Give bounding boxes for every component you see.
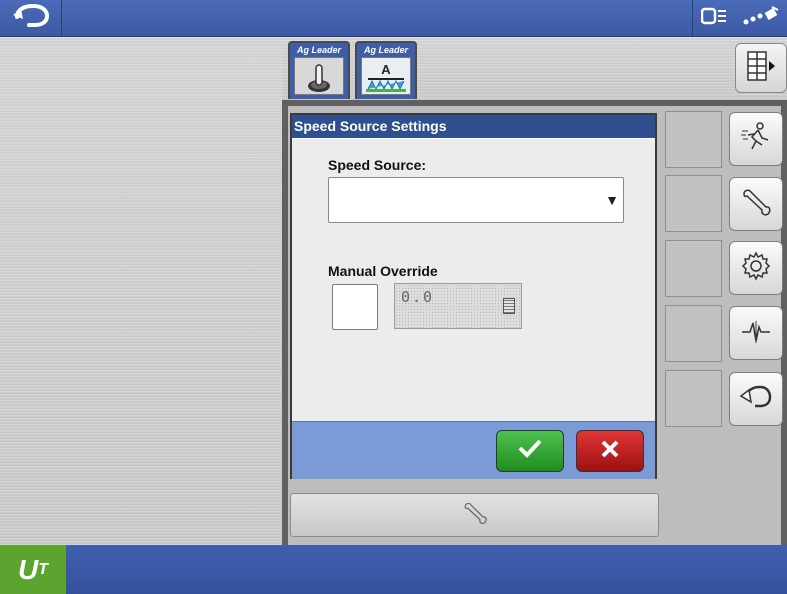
equipment-setup-button[interactable] [290,493,659,537]
close-icon [601,437,619,465]
empty-slot [665,111,722,168]
sprayer-icon: A [361,57,411,95]
empty-slot [665,175,722,232]
manual-override-checkbox[interactable] [332,284,378,330]
speed-source-label: Speed Source: [328,157,427,173]
tabs-strip: Ag Leader Ag Leader A [282,37,787,100]
u-turn-back-icon [11,3,51,34]
checkmark-icon [518,437,542,465]
dialog-footer [292,421,655,479]
gear-icon [740,250,772,287]
dropdown-arrow-icon: ▼ [605,192,619,208]
empty-slot [665,370,722,427]
speed-source-dropdown[interactable]: ▼ [328,177,624,223]
tab-ag-leader-joystick[interactable]: Ag Leader [288,41,350,99]
left-panel [0,37,282,545]
pulse-icon [740,315,772,352]
keypad-icon [503,298,515,314]
empty-slot [665,305,722,362]
grid-layout-icon [746,50,776,87]
ut-logo[interactable]: UT [0,545,66,594]
tab-ag-leader-sprayer[interactable]: Ag Leader A [355,41,417,99]
dialog-title: Speed Source Settings [292,115,655,139]
joystick-icon [294,57,344,95]
cancel-button[interactable] [576,430,644,472]
wrench-icon [462,500,488,531]
display-icon [700,6,727,31]
return-button[interactable] [729,372,783,426]
u-turn-icon [739,383,773,416]
diagnostics-button[interactable] [729,306,783,360]
dialog-body: Speed Source: ▼ Manual Override 0.0 [292,139,655,421]
logo-sub: T [38,560,48,578]
speed-source-dialog: Speed Source Settings Speed Source: ▼ Ma… [290,113,657,479]
back-button[interactable] [0,0,62,37]
tab-label: Ag Leader [363,45,408,55]
tools-button[interactable] [729,177,783,231]
tab-label: Ag Leader [296,45,341,55]
bottom-bar: UT [0,545,787,594]
operator-button[interactable] [729,112,783,166]
status-icons [692,0,787,37]
settings-button[interactable] [729,241,783,295]
ok-button[interactable] [496,430,564,472]
sprayer-badge: A [381,62,391,77]
manual-override-value: 0.0 [401,288,435,306]
logo-text: U [17,553,39,585]
gps-signal-icon [742,6,780,31]
empty-slot [665,240,722,297]
top-bar [0,0,787,37]
wrench-icon [740,186,772,223]
layout-grid-button[interactable] [735,43,787,93]
manual-override-label: Manual Override [328,263,438,279]
manual-override-field[interactable]: 0.0 [394,283,522,329]
running-person-icon [740,121,772,158]
